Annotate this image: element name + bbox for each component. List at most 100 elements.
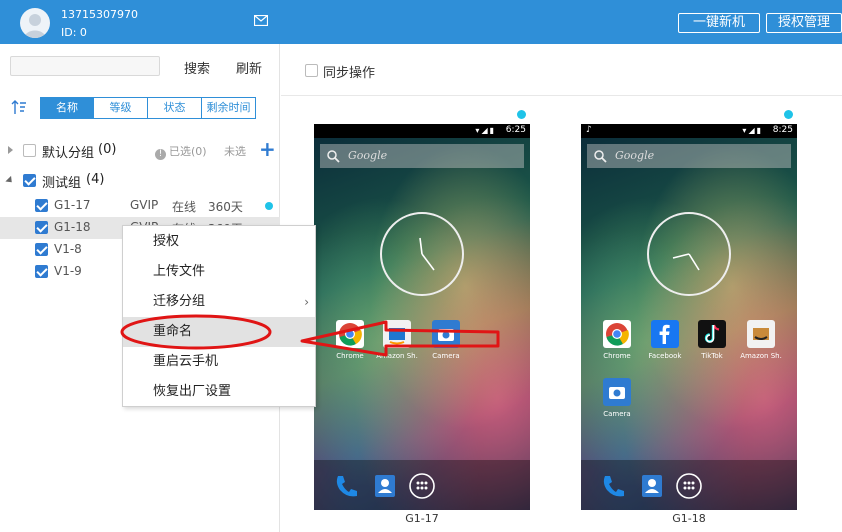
avatar[interactable] — [20, 8, 50, 38]
device-checkbox[interactable] — [35, 243, 48, 256]
camera-icon — [432, 320, 460, 348]
chrome-icon — [603, 320, 631, 348]
phone-screen[interactable]: ♪ ▾◢▮ 8:25 Google Chrome Facebook TikTok — [581, 124, 797, 510]
google-text: Google — [615, 149, 655, 162]
search-input[interactable] — [10, 56, 160, 76]
online-dot — [265, 202, 273, 210]
google-search-bar[interactable]: Google — [320, 144, 524, 168]
dock — [581, 460, 797, 510]
tab-status[interactable]: 状态 — [148, 97, 202, 119]
app-label: Amazon Sh. — [740, 352, 782, 360]
contacts-icon[interactable] — [638, 472, 666, 500]
app-label: Camera — [603, 410, 631, 418]
sort-tabs: 名称 等级 状态 剩余时间 — [40, 97, 256, 119]
context-menu: 授权 上传文件 迁移分组 › 重命名 重启云手机 恢复出厂设置 — [122, 225, 316, 407]
device-status: 在线 — [172, 200, 197, 214]
app-amazon[interactable]: Amazon Sh. — [372, 320, 422, 364]
device-name: V1-8 — [54, 242, 82, 256]
phone-label: G1-17 — [405, 512, 439, 525]
group-checkbox[interactable] — [23, 174, 36, 187]
device-checkbox[interactable] — [35, 199, 48, 212]
phone-label: G1-18 — [672, 512, 706, 525]
refresh-button[interactable]: 刷新 — [236, 58, 262, 77]
user-phone: 13715307970 — [61, 8, 138, 21]
group-name: 测试组 — [42, 176, 82, 191]
clock-icon — [672, 253, 700, 271]
sort-icon[interactable] — [10, 98, 28, 116]
app-chrome[interactable]: Chrome — [592, 320, 642, 364]
app-facebook[interactable]: Facebook — [640, 320, 690, 364]
info-icon: ! — [155, 149, 166, 160]
chrome-icon — [336, 320, 364, 348]
device-level: GVIP — [130, 198, 159, 212]
camera-icon — [603, 378, 631, 406]
top-bar: 13715307970 ID: 0 一键新机 授权管理 — [0, 0, 842, 44]
app-label: Amazon Sh. — [376, 352, 418, 360]
menu-item-move-group[interactable]: 迁移分组 › — [123, 287, 315, 317]
apps-drawer-icon[interactable] — [408, 472, 436, 500]
tab-name[interactable]: 名称 — [40, 97, 94, 119]
collapse-icon[interactable] — [5, 175, 15, 186]
tab-level[interactable]: 等级 — [94, 97, 148, 119]
status-bar: ▾◢▮ 6:25 — [314, 124, 530, 138]
group-test[interactable]: 测试组 (4) — [0, 170, 280, 192]
apps-drawer-icon[interactable] — [675, 472, 703, 500]
online-dot — [784, 110, 793, 119]
search-icon — [594, 150, 607, 163]
tiktok-notification-icon: ♪ — [586, 125, 592, 135]
clock-widget — [380, 212, 464, 296]
menu-item-upload-file[interactable]: 上传文件 — [123, 257, 315, 287]
phone-screen[interactable]: ▾◢▮ 6:25 Google Chrome Amazon Sh. Camera — [314, 124, 530, 510]
app-tiktok[interactable]: TikTok — [687, 320, 737, 364]
auth-manage-button[interactable]: 授权管理 — [766, 13, 842, 33]
group-default[interactable]: 默认分组 (0) ! 已选(0) 未选 + — [0, 137, 280, 162]
new-device-button[interactable]: 一键新机 — [678, 13, 760, 33]
phone-icon[interactable] — [332, 472, 360, 500]
signal-icon: ▾◢▮ — [742, 126, 763, 135]
menu-item-rename[interactable]: 重命名 — [123, 317, 315, 347]
menu-item-factory-reset[interactable]: 恢复出厂设置 — [123, 377, 315, 407]
app-label: Chrome — [336, 352, 364, 360]
amazon-icon — [747, 320, 775, 348]
clock-widget — [647, 212, 731, 296]
group-checkbox[interactable] — [23, 144, 36, 157]
status-bar: ♪ ▾◢▮ 8:25 — [581, 124, 797, 138]
app-chrome[interactable]: Chrome — [325, 320, 375, 364]
expand-icon[interactable] — [8, 146, 13, 154]
device-checkbox[interactable] — [35, 221, 48, 234]
online-dot — [517, 110, 526, 119]
device-checkbox[interactable] — [35, 265, 48, 278]
add-group-icon[interactable]: + — [259, 137, 276, 161]
group-count: (0) — [98, 142, 117, 157]
mail-icon[interactable] — [254, 15, 268, 26]
contacts-icon[interactable] — [371, 472, 399, 500]
device-row[interactable]: G1-17 GVIP 在线 360天 — [0, 195, 280, 217]
app-camera[interactable]: Camera — [592, 378, 642, 422]
menu-item-restart[interactable]: 重启云手机 — [123, 347, 315, 377]
tab-remaining-time[interactable]: 剩余时间 — [202, 97, 256, 119]
google-search-bar[interactable]: Google — [587, 144, 791, 168]
app-camera[interactable]: Camera — [421, 320, 471, 364]
search-icon — [327, 150, 340, 163]
user-id: ID: 0 — [61, 26, 87, 39]
app-label: Facebook — [648, 352, 682, 360]
google-text: Google — [348, 149, 388, 162]
app-label: TikTok — [701, 352, 723, 360]
search-button[interactable]: 搜索 — [184, 58, 210, 77]
phone-icon[interactable] — [599, 472, 627, 500]
amazon-icon — [383, 320, 411, 348]
device-name: G1-17 — [54, 198, 91, 212]
sync-checkbox[interactable] — [305, 64, 318, 77]
app-label: Camera — [432, 352, 460, 360]
selected-count: ! 已选(0) — [155, 143, 207, 160]
tiktok-icon — [698, 320, 726, 348]
app-label: Chrome — [603, 352, 631, 360]
user-icon — [24, 14, 46, 38]
menu-item-authorize[interactable]: 授权 — [123, 227, 315, 257]
facebook-icon — [651, 320, 679, 348]
dock — [314, 460, 530, 510]
app-amazon[interactable]: Amazon Sh. — [736, 320, 786, 364]
chevron-right-icon: › — [304, 295, 309, 309]
device-name: G1-18 — [54, 220, 91, 234]
unselected-link[interactable]: 未选 — [224, 143, 246, 159]
